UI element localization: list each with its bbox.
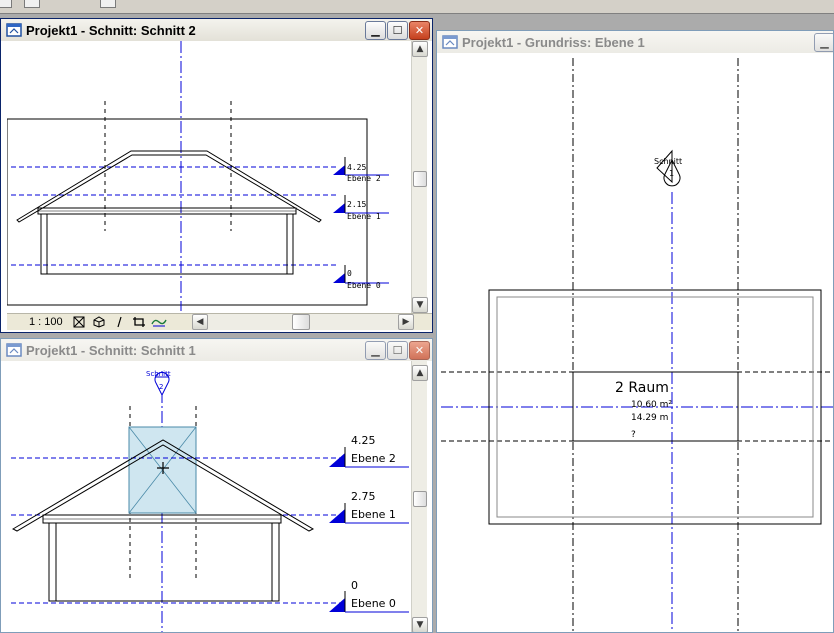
maximize-button[interactable]: ☐ <box>387 21 408 40</box>
titlebar-schnitt-1[interactable]: Projekt1 - Schnitt: Schnitt 1 ▁ ☐ ✕ <box>1 339 432 361</box>
level-name: Ebene 0 <box>351 597 396 610</box>
scroll-thumb[interactable] <box>292 314 310 330</box>
room-unknown-parameter: ? <box>631 430 636 440</box>
application-toolbar-strip <box>0 0 834 14</box>
window-schnitt-2[interactable]: Projekt1 - Schnitt: Schnitt 2 ▁ ☐ ✕ 4.25… <box>0 18 433 333</box>
titlebar-grundriss[interactable]: Projekt1 - Grundriss: Ebene 1 ▁ ☐ <box>437 31 833 53</box>
arrow-left-icon: ◀ <box>196 317 204 327</box>
view-window-icon <box>6 23 22 37</box>
minimize-icon: ▁ <box>371 24 380 37</box>
minimize-icon: ▁ <box>371 344 380 357</box>
detail-level-icon[interactable] <box>69 315 89 330</box>
view-window-icon <box>6 343 22 357</box>
room-name: 2 Raum <box>615 380 669 396</box>
room-perimeter: 14.29 m <box>631 413 668 423</box>
scroll-down-button[interactable]: ▼ <box>412 617 428 632</box>
section-view-canvas-schnitt-1[interactable]: Schnitt 2 4.25 Ebene 2 2.75 Ebene 1 0 Eb… <box>7 361 413 632</box>
section-label: Schnitt <box>654 157 682 166</box>
minimize-button[interactable]: ▁ <box>365 341 386 360</box>
minimize-button[interactable]: ▁ <box>365 21 386 40</box>
toolbar-button[interactable] <box>100 0 116 8</box>
arrow-down-icon: ▼ <box>416 300 424 310</box>
level-name: Ebene 1 <box>347 212 381 221</box>
window-title: Projekt1 - Schnitt: Schnitt 2 <box>26 22 196 38</box>
level-elevation: 4.25 <box>351 434 376 447</box>
floor-plan-canvas[interactable]: Schnitt 1 2 Raum 10.60 m² 14.29 m ? <box>441 58 833 632</box>
scroll-right-button[interactable]: ▶ <box>398 314 414 330</box>
toolbar-button[interactable] <box>0 0 12 8</box>
view-control-bar: 1 : 100 ◀ ▶ <box>7 313 432 330</box>
titlebar-schnitt-2[interactable]: Projekt1 - Schnitt: Schnitt 2 ▁ ☐ ✕ <box>1 19 432 41</box>
crop-region[interactable] <box>7 118 368 306</box>
minimize-icon: ▁ <box>820 36 829 49</box>
level-elevation: 2.15 <box>347 200 366 209</box>
scroll-thumb[interactable] <box>413 171 427 187</box>
shadows-icon[interactable] <box>109 315 129 330</box>
section-label: Schnitt <box>146 370 171 378</box>
wall-right[interactable] <box>271 522 280 602</box>
close-icon: ✕ <box>414 344 425 357</box>
arrow-up-icon: ▲ <box>416 368 424 378</box>
arrow-right-icon: ▶ <box>402 317 410 327</box>
arrow-down-icon: ▼ <box>416 620 424 630</box>
maximize-button[interactable]: ☐ <box>387 341 408 360</box>
level-head-marker[interactable] <box>329 453 345 467</box>
maximize-icon: ☐ <box>392 24 403 37</box>
level-name: Ebene 2 <box>347 174 381 183</box>
scale-selector[interactable]: 1 : 100 <box>7 316 69 328</box>
level-elevation: 0 <box>351 579 358 592</box>
room-tag[interactable]: 2 Raum 10.60 m² 14.29 m ? <box>615 380 672 440</box>
roof[interactable] <box>16 150 322 223</box>
room-area: 10.60 m² <box>631 400 672 410</box>
vertical-scrollbar[interactable]: ▲ ▼ <box>411 361 428 632</box>
level-head-marker[interactable] <box>329 598 345 612</box>
level-elevation: 4.25 <box>347 163 366 172</box>
window-title: Projekt1 - Schnitt: Schnitt 1 <box>26 342 196 358</box>
maximize-icon: ☐ <box>392 344 403 357</box>
scroll-up-button[interactable]: ▲ <box>412 365 428 381</box>
section-number: 2 <box>159 383 163 391</box>
wall-left[interactable] <box>48 522 57 602</box>
scroll-left-button[interactable]: ◀ <box>192 314 208 330</box>
level-head-marker[interactable] <box>333 203 345 213</box>
visual-style-icon[interactable] <box>89 315 109 330</box>
show-crop-icon[interactable] <box>149 315 169 330</box>
level-name: Ebene 1 <box>351 508 396 521</box>
vertical-scrollbar[interactable]: ▲ ▼ <box>411 41 428 313</box>
section-view-canvas-schnitt-2[interactable]: 4.25 Ebene 2 2.15 Ebene 1 0 Ebene 0 <box>7 41 413 311</box>
toolbar-button[interactable] <box>24 0 40 8</box>
level-name: Ebene 2 <box>351 452 396 465</box>
level-head-marker[interactable] <box>329 509 345 523</box>
scroll-down-button[interactable]: ▼ <box>412 297 428 313</box>
level-name: Ebene 0 <box>347 281 381 290</box>
horizontal-scrollbar[interactable]: ◀ ▶ <box>192 314 414 330</box>
window-schnitt-1[interactable]: Projekt1 - Schnitt: Schnitt 1 ▁ ☐ ✕ Schn… <box>0 338 433 633</box>
level-head-marker[interactable] <box>333 273 345 283</box>
scroll-thumb[interactable] <box>413 491 427 507</box>
close-button[interactable]: ✕ <box>409 21 430 40</box>
window-grundriss-ebene-1[interactable]: Projekt1 - Grundriss: Ebene 1 ▁ ☐ <box>436 30 834 633</box>
scroll-up-button[interactable]: ▲ <box>412 41 428 57</box>
minimize-button[interactable]: ▁ <box>814 33 833 52</box>
window-title: Projekt1 - Grundriss: Ebene 1 <box>462 34 645 50</box>
close-button[interactable]: ✕ <box>409 341 430 360</box>
crop-icon[interactable] <box>129 315 149 330</box>
close-icon: ✕ <box>414 24 425 37</box>
revit-workspace: Projekt1 - Schnitt: Schnitt 2 ▁ ☐ ✕ 4.25… <box>0 0 834 633</box>
section-number: 1 <box>669 169 674 178</box>
view-window-icon <box>442 35 458 49</box>
arrow-up-icon: ▲ <box>416 44 424 54</box>
level-elevation: 2.75 <box>351 490 376 503</box>
level-elevation: 0 <box>347 269 352 278</box>
